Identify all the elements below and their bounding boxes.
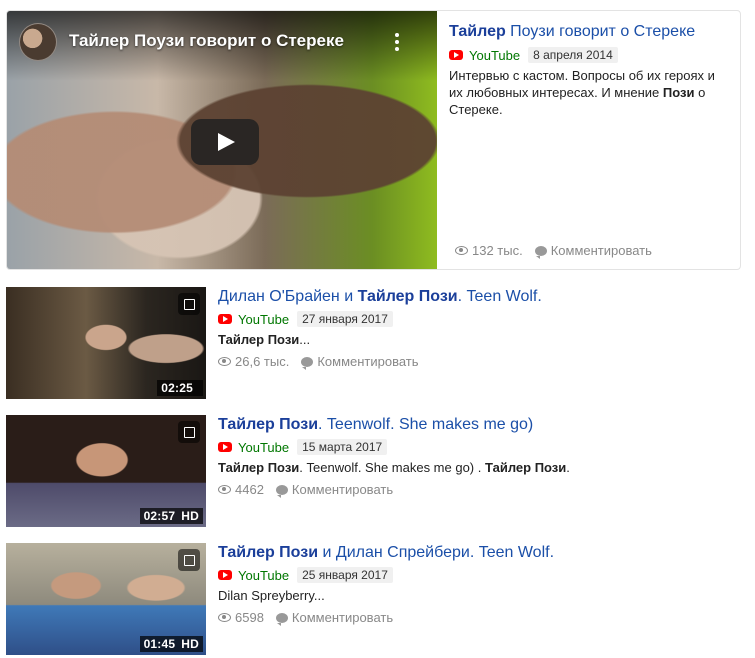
source-link[interactable]: YouTube bbox=[238, 312, 289, 327]
result-meta: 4462 Комментировать bbox=[218, 482, 738, 498]
featured-title-link[interactable]: Тайлер Поузи говорит о Стереке bbox=[449, 23, 695, 41]
comment-icon[interactable] bbox=[275, 484, 288, 498]
view-count: 6598 bbox=[235, 610, 264, 625]
clip-icon[interactable] bbox=[178, 421, 200, 443]
text-segment: . Teenwolf. She makes me go) . bbox=[299, 460, 485, 475]
result-snippet: Dilan Spreyberry... bbox=[218, 588, 738, 604]
views-eye-icon bbox=[218, 357, 231, 366]
publish-date: 8 апреля 2014 bbox=[528, 47, 618, 63]
text-segment: . bbox=[566, 460, 570, 475]
views-eye-icon bbox=[218, 613, 231, 622]
comment-icon[interactable] bbox=[301, 356, 314, 370]
highlighted-text: Тайлер Пози bbox=[357, 288, 458, 305]
more-options-icon[interactable] bbox=[395, 33, 401, 53]
text-segment: . Teenwolf. She makes me go) bbox=[318, 416, 534, 433]
result-title-link[interactable]: Тайлер Пози. Teenwolf. She makes me go) bbox=[218, 415, 738, 435]
result-source-row: YouTube 25 января 2017 bbox=[218, 566, 738, 584]
featured-title-rest: Поузи говорит о Стереке bbox=[505, 23, 696, 40]
result-info: Дилан О'Брайен и Тайлер Пози. Teen Wolf.… bbox=[218, 287, 738, 370]
text-segment: Dilan Spreyberry... bbox=[218, 588, 325, 603]
featured-title-bold: Тайлер bbox=[449, 23, 506, 40]
youtube-icon bbox=[218, 314, 232, 324]
view-count: 132 тыс. bbox=[472, 243, 523, 258]
publish-date: 15 марта 2017 bbox=[297, 439, 388, 455]
source-link[interactable]: YouTube bbox=[469, 48, 520, 63]
featured-video-card: Тайлер Поузи говорит о Стереке Тайлер По… bbox=[6, 10, 741, 270]
view-count: 26,6 тыс. bbox=[235, 354, 290, 369]
player-video-title[interactable]: Тайлер Поузи говорит о Стереке bbox=[69, 31, 344, 51]
source-link[interactable]: YouTube bbox=[238, 568, 289, 583]
text-segment: . Teen Wolf. bbox=[457, 288, 542, 305]
clip-icon[interactable] bbox=[178, 549, 200, 571]
result-info: Тайлер Пози. Teenwolf. She makes me go) … bbox=[218, 415, 738, 498]
result-title-link[interactable]: Тайлер Пози и Дилан Спрейбери. Teen Wolf… bbox=[218, 543, 738, 563]
clip-icon[interactable] bbox=[178, 293, 200, 315]
comment-link[interactable]: Комментировать bbox=[551, 243, 652, 258]
publish-date: 27 января 2017 bbox=[297, 311, 393, 327]
youtube-icon bbox=[218, 442, 232, 452]
result-meta: 26,6 тыс. Комментировать bbox=[218, 354, 738, 370]
source-link[interactable]: YouTube bbox=[238, 440, 289, 455]
featured-description: Интервью с кастом. Вопросы об их героях … bbox=[449, 68, 715, 117]
featured-info: Тайлер Поузи говорит о Стереке YouTube 8… bbox=[449, 11, 739, 269]
text-segment: и Дилан Спрейбери. Teen Wolf. bbox=[318, 544, 555, 561]
youtube-icon bbox=[449, 50, 463, 60]
comment-link[interactable]: Комментировать bbox=[317, 354, 418, 369]
highlighted-text: Тайлер Пози bbox=[218, 332, 300, 347]
video-thumbnail[interactable]: 02:25 bbox=[6, 287, 206, 399]
duration-badge: 01:45 HD bbox=[139, 636, 203, 652]
publish-date: 25 января 2017 bbox=[297, 567, 393, 583]
highlighted-text: Тайлер Пози bbox=[484, 460, 567, 475]
comment-icon[interactable] bbox=[534, 245, 547, 259]
video-result: 02:57 HD Тайлер Пози. Teenwolf. She makes… bbox=[6, 415, 741, 527]
youtube-icon bbox=[218, 570, 232, 580]
comment-link[interactable]: Комментировать bbox=[292, 610, 393, 625]
featured-source-row: YouTube 8 апреля 2014 bbox=[449, 46, 618, 64]
play-button-icon[interactable] bbox=[191, 119, 259, 165]
text-segment: ... bbox=[299, 332, 311, 347]
highlighted-text: Тайлер Пози bbox=[218, 416, 319, 433]
video-thumbnail[interactable]: 01:45 HD bbox=[6, 543, 206, 655]
result-snippet: Тайлер Пози... bbox=[218, 332, 738, 348]
result-source-row: YouTube 27 января 2017 bbox=[218, 310, 738, 328]
video-thumbnail[interactable]: 02:57 HD bbox=[6, 415, 206, 527]
highlighted-text: Тайлер Пози bbox=[218, 460, 300, 475]
views-eye-icon bbox=[218, 485, 231, 494]
comment-icon[interactable] bbox=[275, 612, 288, 626]
duration-badge: 02:57 HD bbox=[139, 508, 203, 524]
video-player[interactable]: Тайлер Поузи говорит о Стереке bbox=[7, 11, 437, 269]
view-count: 4462 bbox=[235, 482, 264, 497]
text-segment: Дилан О'Брайен и bbox=[218, 288, 358, 305]
comment-link[interactable]: Комментировать bbox=[292, 482, 393, 497]
video-result: 01:45 HD Тайлер Пози и Дилан Спрейбери. T… bbox=[6, 543, 741, 655]
views-eye-icon bbox=[455, 246, 468, 255]
result-title-link[interactable]: Дилан О'Брайен и Тайлер Пози. Teen Wolf. bbox=[218, 287, 738, 307]
result-source-row: YouTube 15 марта 2017 bbox=[218, 438, 738, 456]
result-info: Тайлер Пози и Дилан Спрейбери. Teen Wolf… bbox=[218, 543, 738, 626]
duration-badge: 02:25 bbox=[157, 380, 203, 396]
result-meta: 6598 Комментировать bbox=[218, 610, 738, 626]
video-result: 02:25 Дилан О'Брайен и Тайлер Пози. Teen… bbox=[6, 287, 741, 399]
result-snippet: Тайлер Пози. Teenwolf. She makes me go) … bbox=[218, 460, 738, 476]
highlighted-text: Тайлер Пози bbox=[218, 544, 319, 561]
featured-meta: 132 тыс. Комментировать bbox=[455, 243, 652, 259]
channel-avatar[interactable] bbox=[19, 23, 57, 61]
